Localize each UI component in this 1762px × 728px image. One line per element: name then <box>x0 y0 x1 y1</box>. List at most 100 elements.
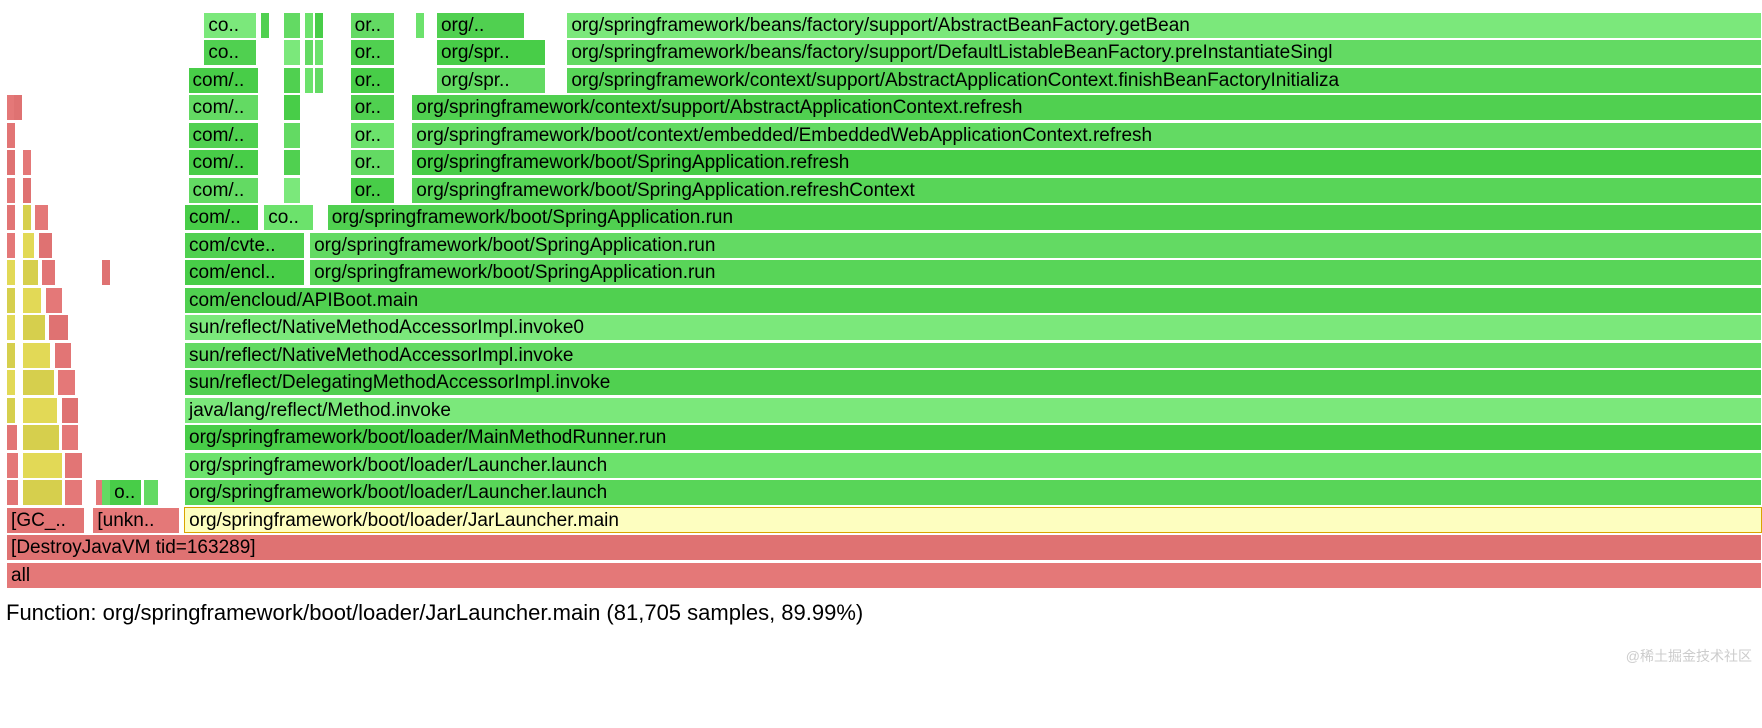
flame-frame[interactable]: org/springframework/boot/loader/Launcher… <box>185 479 1762 505</box>
flame-frame[interactable] <box>284 122 302 148</box>
flame-frame[interactable] <box>7 122 16 148</box>
flame-frame[interactable]: org/springframework/context/support/Abst… <box>567 67 1762 93</box>
flame-frame[interactable] <box>261 12 270 38</box>
flame-frame[interactable] <box>315 39 324 65</box>
flame-frame[interactable]: com/cvte.. <box>185 232 305 258</box>
flame-frame[interactable]: com/.. <box>189 67 259 93</box>
flame-frame[interactable] <box>284 39 302 65</box>
flame-frame[interactable]: o.. <box>110 479 142 505</box>
flame-frame[interactable] <box>284 12 302 38</box>
flame-frame[interactable]: java/lang/reflect/Method.invoke <box>185 397 1762 423</box>
flame-frame[interactable] <box>7 424 18 450</box>
flame-frame[interactable]: or.. <box>351 122 395 148</box>
flame-frame[interactable] <box>58 369 76 395</box>
flame-frame[interactable]: com/.. <box>189 177 259 203</box>
flame-frame[interactable] <box>35 204 49 230</box>
flame-frame[interactable] <box>23 204 32 230</box>
flame-frame[interactable]: org/spr.. <box>437 67 546 93</box>
flame-frame[interactable]: com/encloud/APIBoot.main <box>185 287 1762 313</box>
flame-frame[interactable]: [DestroyJavaVM tid=163289] <box>7 534 1762 560</box>
flame-frame[interactable]: org/springframework/boot/SpringApplicati… <box>310 232 1762 258</box>
flame-frame[interactable]: org/springframework/boot/context/embedde… <box>412 122 1762 148</box>
flame-frame[interactable] <box>315 12 324 38</box>
flame-frame[interactable]: or.. <box>351 94 395 120</box>
flame-frame[interactable] <box>39 232 53 258</box>
flame-frame[interactable] <box>284 67 302 93</box>
flame-frame[interactable] <box>7 314 16 340</box>
flame-frame[interactable] <box>7 232 16 258</box>
flame-frame[interactable]: org/springframework/boot/SpringApplicati… <box>310 259 1762 285</box>
flame-frame[interactable]: or.. <box>351 12 395 38</box>
flame-frame[interactable]: co.. <box>204 12 257 38</box>
flame-frame[interactable] <box>7 259 16 285</box>
flame-frame[interactable]: org/springframework/context/support/Abst… <box>412 94 1762 120</box>
flame-frame[interactable] <box>14 94 23 120</box>
flame-frame[interactable] <box>305 67 314 93</box>
flame-frame[interactable] <box>65 479 83 505</box>
flame-frame[interactable] <box>7 342 16 368</box>
flame-frame[interactable]: org/springframework/boot/SpringApplicati… <box>328 204 1762 230</box>
flame-frame[interactable]: all <box>7 562 1762 588</box>
flame-frame[interactable]: or.. <box>351 149 395 175</box>
flame-frame[interactable]: co.. <box>264 204 313 230</box>
flame-frame[interactable] <box>284 149 302 175</box>
flame-frame[interactable]: org/springframework/boot/loader/Launcher… <box>185 452 1762 478</box>
flame-frame[interactable]: com/.. <box>189 149 259 175</box>
flame-frame[interactable]: org/springframework/boot/SpringApplicati… <box>412 149 1762 175</box>
flame-frame[interactable] <box>23 287 42 313</box>
flame-frame[interactable] <box>23 314 46 340</box>
flame-frame[interactable] <box>65 452 83 478</box>
flame-frame[interactable] <box>144 479 158 505</box>
flame-frame[interactable] <box>7 287 16 313</box>
flame-frame[interactable] <box>23 232 35 258</box>
flame-frame[interactable]: org/springframework/beans/factory/suppor… <box>567 12 1762 38</box>
flame-frame[interactable] <box>42 259 56 285</box>
flame-frame[interactable] <box>7 452 19 478</box>
flame-frame[interactable] <box>46 287 64 313</box>
flame-frame[interactable] <box>23 259 39 285</box>
flame-frame[interactable] <box>62 424 80 450</box>
flame-frame[interactable] <box>7 397 16 423</box>
flame-frame[interactable] <box>49 314 68 340</box>
flame-frame[interactable]: com/.. <box>189 94 259 120</box>
flame-frame[interactable] <box>7 369 16 395</box>
flame-frame[interactable] <box>7 204 16 230</box>
flame-frame[interactable]: com/.. <box>189 122 259 148</box>
flame-frame[interactable]: org/springframework/boot/SpringApplicati… <box>412 177 1762 203</box>
flame-frame[interactable]: org/spr.. <box>437 39 546 65</box>
flame-frame[interactable] <box>23 369 55 395</box>
flame-frame[interactable] <box>284 94 302 120</box>
flame-frame[interactable] <box>55 342 73 368</box>
flame-frame[interactable]: org/.. <box>437 12 525 38</box>
flame-frame[interactable]: or.. <box>351 39 395 65</box>
flame-frame[interactable] <box>23 397 58 423</box>
flame-frame[interactable] <box>305 12 314 38</box>
flame-frame[interactable]: org/springframework/boot/loader/MainMeth… <box>185 424 1762 450</box>
flame-frame[interactable]: org/springframework/beans/factory/suppor… <box>567 39 1762 65</box>
flame-frame[interactable] <box>284 177 302 203</box>
flame-frame[interactable]: or.. <box>351 177 395 203</box>
flame-frame[interactable] <box>23 342 51 368</box>
flame-frame[interactable] <box>23 479 64 505</box>
flame-graph[interactable]: all[DestroyJavaVM tid=163289][GC_.. [unkn… <box>0 0 1762 588</box>
flame-frame[interactable]: or.. <box>351 67 395 93</box>
flame-frame[interactable] <box>315 67 324 93</box>
flame-frame[interactable] <box>305 39 314 65</box>
flame-frame[interactable]: sun/reflect/NativeMethodAccessorImpl.inv… <box>185 342 1762 368</box>
flame-frame[interactable]: org/springframework/boot/loader/JarLaunc… <box>184 507 1762 533</box>
flame-frame[interactable] <box>7 177 16 203</box>
flame-frame[interactable]: [unkn.. <box>93 507 179 533</box>
flame-frame[interactable]: com/.. <box>185 204 259 230</box>
flame-frame[interactable] <box>102 259 111 285</box>
flame-frame[interactable]: sun/reflect/NativeMethodAccessorImpl.inv… <box>185 314 1762 340</box>
flame-frame[interactable]: com/encl.. <box>185 259 305 285</box>
flame-frame[interactable]: [GC_.. <box>7 507 85 533</box>
flame-frame[interactable] <box>23 177 32 203</box>
flame-frame[interactable] <box>23 149 32 175</box>
flame-frame[interactable]: sun/reflect/DelegatingMethodAccessorImpl… <box>185 369 1762 395</box>
flame-frame[interactable] <box>23 424 60 450</box>
flame-frame[interactable] <box>23 452 64 478</box>
flame-frame[interactable] <box>7 149 16 175</box>
flame-frame[interactable] <box>62 397 80 423</box>
flame-frame[interactable] <box>416 12 425 38</box>
